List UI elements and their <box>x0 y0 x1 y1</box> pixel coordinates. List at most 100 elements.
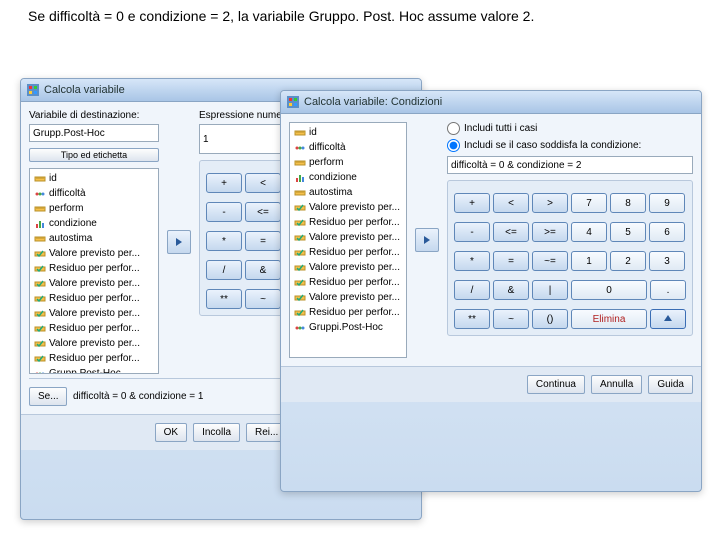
variable-row[interactable]: difficoltà <box>292 140 404 155</box>
keypad--button[interactable]: - <box>206 202 242 222</box>
keypad--button[interactable]: ** <box>206 289 242 309</box>
keypad-7-button[interactable]: 7 <box>571 193 607 213</box>
variable-row[interactable]: Residuo per perfor... <box>32 261 156 276</box>
variable-row[interactable]: Valore previsto per... <box>292 260 404 275</box>
keypad--button[interactable]: / <box>454 280 490 300</box>
keypad--button[interactable]: | <box>532 280 568 300</box>
keypad--button[interactable]: = <box>245 231 281 251</box>
keypad--button[interactable]: . <box>650 280 686 300</box>
dest-input[interactable] <box>29 124 159 142</box>
variable-row[interactable]: Valore previsto per... <box>32 246 156 261</box>
variable-row[interactable]: Residuo per perfor... <box>292 215 404 230</box>
dots-icon <box>34 368 46 375</box>
keypad--button[interactable]: * <box>206 231 242 251</box>
keypad--button[interactable]: + <box>206 173 242 193</box>
variable-row[interactable]: Residuo per perfor... <box>32 291 156 306</box>
keypad--button[interactable]: ** <box>454 309 490 329</box>
variable-row[interactable]: Valore previsto per... <box>292 230 404 245</box>
keypad--button[interactable]: < <box>245 173 281 193</box>
keypad-1-button[interactable]: 1 <box>571 251 607 271</box>
check-icon <box>294 202 306 214</box>
if-button[interactable]: Se... <box>29 387 67 406</box>
variable-row[interactable]: difficoltà <box>32 186 156 201</box>
keypad--button[interactable]: >= <box>532 222 568 242</box>
variable-row[interactable]: autostima <box>32 231 156 246</box>
check-icon <box>34 338 46 350</box>
variable-row[interactable]: id <box>292 125 404 140</box>
titlebar[interactable]: Calcola variabile: Condizioni <box>281 91 701 114</box>
variable-row[interactable]: Valore previsto per... <box>292 290 404 305</box>
keypad--button[interactable]: / <box>206 260 242 280</box>
incolla-button[interactable]: Incolla <box>193 423 240 442</box>
continua-button[interactable]: Continua <box>527 375 585 394</box>
keypad--button[interactable]: ~ <box>493 309 529 329</box>
if-conditions-window: Calcola variabile: Condizioni iddifficol… <box>280 90 702 492</box>
check-icon <box>34 353 46 365</box>
variable-row[interactable]: autostima <box>292 185 404 200</box>
variable-list[interactable]: iddifficoltàperformcondizione autostima Va… <box>289 122 407 358</box>
dots-icon <box>294 322 306 334</box>
dots-icon <box>34 188 46 200</box>
include-all-label: Includi tutti i casi <box>464 123 537 134</box>
variable-row[interactable]: id <box>32 171 156 186</box>
variable-name: difficoltà <box>49 188 154 199</box>
variable-row[interactable]: Valore previsto per... <box>32 306 156 321</box>
check-icon <box>34 278 46 290</box>
page-caption: Se difficoltà = 0 e condizione = 2, la v… <box>28 8 534 24</box>
variable-row[interactable]: Grupp.Post-Hoc <box>32 366 156 374</box>
keypad-6-button[interactable]: 6 <box>649 222 685 242</box>
keypad-0-button[interactable]: 0 <box>571 280 647 300</box>
ok-button[interactable]: OK <box>155 423 187 442</box>
keypad-9-button[interactable]: 9 <box>649 193 685 213</box>
variable-row[interactable]: condizione <box>32 216 156 231</box>
keypad--button[interactable]: <= <box>493 222 529 242</box>
variable-row[interactable]: Residuo per perfor... <box>292 275 404 290</box>
guida-button[interactable]: Guida <box>648 375 693 394</box>
keypad-Elimina-button[interactable]: Elimina <box>571 309 647 329</box>
keypad--button[interactable]: * <box>454 251 490 271</box>
keypad-2-button[interactable]: 2 <box>610 251 646 271</box>
variable-row[interactable]: condizione <box>292 170 404 185</box>
variable-row[interactable]: Residuo per perfor... <box>292 245 404 260</box>
type-label-button[interactable]: Tipo ed etichetta <box>29 148 159 162</box>
keypad-8-button[interactable]: 8 <box>610 193 646 213</box>
include-all-radio[interactable]: Includi tutti i casi <box>447 122 693 135</box>
annulla-button[interactable]: Annulla <box>591 375 642 394</box>
variable-row[interactable]: perform <box>32 201 156 216</box>
keypad--button[interactable]: > <box>532 193 568 213</box>
variable-row[interactable]: Valore previsto per... <box>32 276 156 291</box>
keypad-5-button[interactable]: 5 <box>610 222 646 242</box>
variable-row[interactable]: Residuo per perfor... <box>292 305 404 320</box>
check-icon <box>294 307 306 319</box>
variable-row[interactable]: Residuo per perfor... <box>32 351 156 366</box>
keypad--button[interactable]: = <box>493 251 529 271</box>
keypad--button[interactable]: ~= <box>532 251 568 271</box>
include-if-radio[interactable]: Includi se il caso soddisfa la condizion… <box>447 139 693 152</box>
keypad--button[interactable]: + <box>454 193 490 213</box>
keypad-4-button[interactable]: 4 <box>571 222 607 242</box>
keypad-3-button[interactable]: 3 <box>649 251 685 271</box>
move-right-button[interactable] <box>415 228 439 252</box>
variable-name: Residuo per perfor... <box>49 353 154 364</box>
check-icon <box>34 308 46 320</box>
keypad--button[interactable]: ~ <box>245 289 281 309</box>
variable-row[interactable]: perform <box>292 155 404 170</box>
variable-row[interactable]: Valore previsto per... <box>32 336 156 351</box>
variable-name: Valore previsto per... <box>309 202 402 213</box>
keypad--button[interactable]: <= <box>245 202 281 222</box>
condition-input[interactable] <box>447 156 693 174</box>
keypad--button[interactable]: () <box>532 309 568 329</box>
keypad--button[interactable]: < <box>493 193 529 213</box>
keypad--button[interactable]: - <box>454 222 490 242</box>
variable-row[interactable]: Residuo per perfor... <box>32 321 156 336</box>
variable-row[interactable]: Gruppi.Post-Hoc <box>292 320 404 335</box>
move-right-button[interactable] <box>167 230 191 254</box>
keypad-up-button[interactable] <box>650 309 686 329</box>
variable-row[interactable]: Valore previsto per... <box>292 200 404 215</box>
variable-name: id <box>49 173 154 184</box>
keypad--button[interactable]: & <box>245 260 281 280</box>
variable-name: autostima <box>309 187 402 198</box>
keypad--button[interactable]: & <box>493 280 529 300</box>
variable-list[interactable]: iddifficoltàperformcondizioneautostimaVa… <box>29 168 159 374</box>
check-icon <box>294 232 306 244</box>
